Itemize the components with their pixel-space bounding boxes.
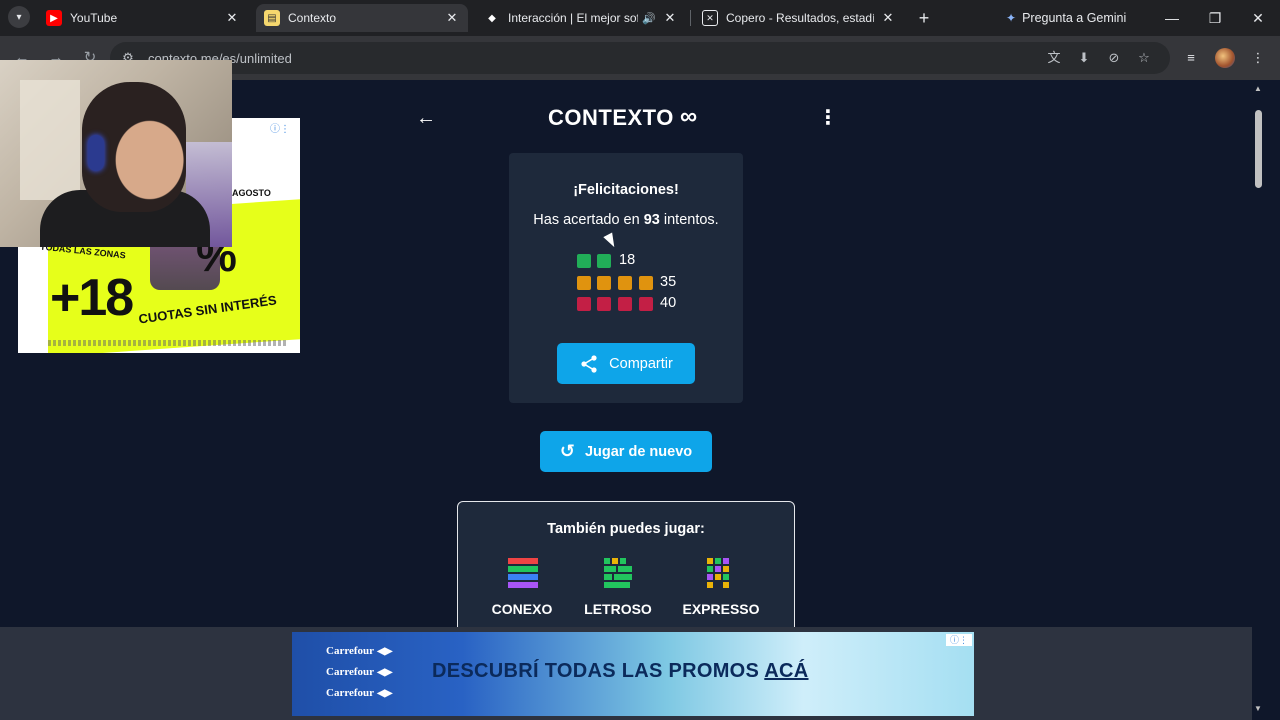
tab-youtube[interactable]: ▶ YouTube ✕ (38, 4, 248, 32)
carrefour-logo-icon: ◀▶ (377, 646, 393, 657)
game-label-letroso[interactable]: LETROSO (578, 601, 658, 617)
brand-name: Carrefour (326, 687, 375, 699)
replay-icon: ↺ (559, 441, 575, 461)
promo-text[interactable]: DESCUBRÍ TODAS LAS PROMOS ACÁ (432, 660, 809, 683)
promo-prefix: DESCUBRÍ TODAS LAS PROMOS (432, 660, 765, 682)
scroll-up-icon[interactable]: ▲ (1253, 84, 1263, 94)
orange-square (618, 276, 632, 290)
congrats-heading: ¡Felicitaciones! (573, 182, 679, 198)
gemini-sparkle-icon: ✦ (1006, 11, 1017, 25)
tab-interaccion[interactable]: ◆ Interacción | El mejor softw 🔊 ✕ (476, 4, 686, 32)
youtube-icon: ▶ (46, 10, 62, 26)
attempts-prefix: Has acertado en (533, 212, 644, 228)
row-count-green: 18 (619, 252, 636, 268)
letroso-icon[interactable] (604, 558, 634, 595)
red-square (577, 297, 591, 311)
play-again-label: Jugar de nuevo (584, 443, 693, 460)
green-square (597, 254, 611, 268)
media-queue-icon[interactable]: ≡ (1181, 48, 1201, 68)
share-button[interactable]: Compartir (557, 343, 695, 384)
gemini-label: Pregunta a Gemini (1022, 11, 1127, 25)
tab-separator (690, 10, 691, 26)
back-arrow-icon[interactable]: ← (416, 107, 436, 129)
attempts-text: Has acertado en 93 intentos. (509, 212, 743, 228)
close-icon[interactable]: ✕ (224, 10, 240, 26)
brand-carrefour: Carrefour ◀▶ (326, 645, 392, 657)
orange-square (577, 276, 591, 290)
tab-search-chevron-icon[interactable]: ▾ (8, 6, 30, 28)
speaker-icon[interactable]: 🔊 (642, 12, 656, 25)
brand-name: Carrefour (326, 666, 375, 678)
diamond-icon: ◆ (488, 12, 496, 24)
promo-link[interactable]: ACÁ (764, 660, 808, 682)
green-square (577, 254, 591, 268)
page-title: CONTEXTO (548, 105, 674, 130)
red-square (618, 297, 632, 311)
share-icon (579, 354, 599, 374)
ad-month: AGOSTO (232, 188, 271, 198)
close-icon[interactable]: ✕ (444, 10, 460, 26)
orange-square (639, 276, 653, 290)
webcam-overlay (0, 60, 232, 247)
row-count-orange: 35 (660, 274, 677, 290)
window-close-button[interactable]: ✕ (1246, 6, 1270, 30)
close-icon[interactable]: ✕ (880, 10, 896, 26)
expresso-icon[interactable] (707, 558, 737, 595)
conexo-icon[interactable] (508, 558, 538, 595)
scroll-thumb[interactable] (1255, 110, 1262, 188)
carrefour-logo-icon: ◀▶ (377, 667, 393, 678)
tab-contexto[interactable]: ▤ Contexto ✕ (256, 4, 468, 32)
orange-square (597, 276, 611, 290)
translate-icon[interactable]: 文 (1044, 48, 1064, 68)
copero-icon: ✕ (702, 10, 718, 26)
more-options-icon[interactable]: ⋮ (818, 106, 838, 130)
close-icon[interactable]: ✕ (662, 10, 678, 26)
game-label-expresso[interactable]: EXPRESSO (676, 601, 766, 617)
profile-avatar[interactable] (1215, 48, 1235, 68)
headset-icon (88, 135, 104, 171)
contexto-icon: ▤ (264, 10, 280, 26)
attempts-suffix: intentos. (659, 212, 719, 228)
row-count-red: 40 (660, 295, 677, 311)
minimize-button[interactable]: — (1160, 6, 1184, 30)
new-tab-button[interactable]: + (914, 8, 934, 28)
eye-off-icon[interactable]: ⊘ (1104, 48, 1124, 68)
red-square (639, 297, 653, 311)
brand-name: Carrefour (326, 645, 375, 657)
tab-title: Contexto (288, 11, 337, 25)
chrome-menu-icon[interactable]: ⋮ (1248, 48, 1268, 68)
ad-fine-print (48, 340, 288, 346)
ad-plus18: +18 (50, 269, 134, 327)
brand-carrefour-market: Carrefour ◀▶ (326, 666, 392, 678)
attempts-count: 93 (643, 212, 660, 228)
tab-copero[interactable]: ✕ Copero - Resultados, estadístic ✕ (694, 4, 904, 32)
scroll-down-icon[interactable]: ▼ (1253, 704, 1263, 714)
share-label: Compartir (609, 355, 673, 372)
bookmark-star-icon[interactable]: ☆ (1134, 48, 1154, 68)
adchoices-icon[interactable]: ⓘ⋮ (270, 120, 298, 135)
adchoices-icon[interactable]: ⓘ⋮ (946, 634, 972, 646)
brand-carrefour-online: Carrefour ◀▶ (326, 687, 392, 699)
tab-title: Interacción | El mejor softw (508, 11, 639, 25)
carrefour-logo-icon: ◀▶ (377, 688, 393, 699)
red-square (597, 297, 611, 311)
install-app-icon[interactable]: ⬇ (1074, 48, 1094, 68)
tab-title: YouTube (70, 11, 118, 25)
restore-button[interactable]: ❐ (1203, 6, 1227, 30)
infinity-icon: ∞ (680, 103, 698, 130)
gemini-button[interactable]: ✦ Pregunta a Gemini (996, 4, 1136, 32)
game-label-conexo[interactable]: CONEXO (482, 601, 562, 617)
webcam-background (20, 80, 80, 200)
also-play-title: También puedes jugar: (547, 521, 705, 537)
play-again-button[interactable]: ↺ Jugar de nuevo (540, 431, 712, 472)
tab-title: Copero - Resultados, estadístic (726, 11, 874, 25)
